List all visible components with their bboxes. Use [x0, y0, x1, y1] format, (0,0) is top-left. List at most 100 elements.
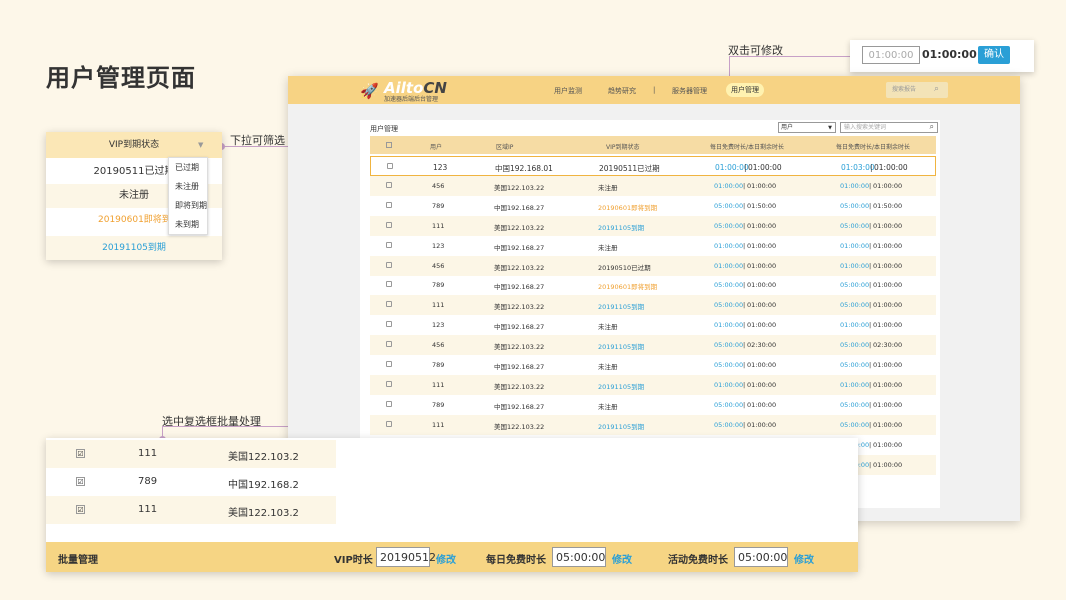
search-icon[interactable]: ⌕	[934, 84, 939, 94]
cell-daily-free[interactable]: 01:00:00	[714, 182, 743, 190]
cell-activity-free[interactable]: 05:00:00	[840, 301, 869, 309]
nav-item-trend[interactable]: 趋势研究	[608, 86, 636, 96]
cell-daily-free[interactable]: 05:00:00	[714, 301, 743, 309]
table-row[interactable]: 111美国122.103.2220191105到期05:00:00|01:00:…	[370, 414, 936, 435]
cell-daily-sep: |	[743, 321, 746, 330]
top-nav-bar: 🚀 AiltoCN 加速器后端后台管理 用户监测 趋势研究 | 服务器管理 用户…	[288, 76, 1020, 104]
cell-daily-remaining: 01:00:00	[747, 221, 777, 230]
cell-daily-sep: |	[743, 341, 746, 350]
row-checkbox[interactable]	[386, 420, 392, 427]
row-checkbox[interactable]	[387, 163, 393, 169]
cell-daily-free[interactable]: 05:00:00	[714, 222, 743, 230]
row-checkbox[interactable]	[386, 380, 392, 387]
cell-activity-free[interactable]: 01:00:00	[840, 242, 869, 250]
cell-daily-free[interactable]: 05:00:00	[714, 281, 743, 289]
select-all-checkbox[interactable]	[386, 142, 392, 148]
panel-search-input[interactable]: 输入搜索关键词 ⌕	[840, 122, 938, 133]
daily-free-input[interactable]: 05:00:00	[552, 547, 606, 567]
cell-activity-free[interactable]: 05:00:00	[840, 401, 869, 409]
cell-activity-free[interactable]: 01:00:00	[840, 262, 869, 270]
table-row[interactable]: 123 中国192.168.01 20190511已过期 01:00:00 | 01:00…	[370, 156, 936, 176]
cell-daily-free[interactable]: 01:00:00	[714, 262, 743, 270]
nav-item-server[interactable]: 服务器管理	[672, 86, 707, 96]
cell-daily-free[interactable]: 01:00:00	[714, 242, 743, 250]
table-row[interactable]: 789 中国192.168.27 20190601即将到期 05:00:00 | 01:0…	[370, 275, 936, 295]
modify-vip-button[interactable]: 修改	[436, 551, 456, 566]
table-row[interactable]: 456 美国122.103.22 20190510已过期 01:00:00 | 01:00…	[370, 255, 936, 276]
row-checkbox[interactable]	[386, 341, 392, 348]
row-checkbox[interactable]	[386, 281, 392, 288]
table-row[interactable]: 456 美国122.103.22 20191105到期 05:00:00 | 02:30:…	[370, 335, 936, 356]
col-vip[interactable]: VIP到期状态	[606, 142, 640, 151]
cell-daily-free[interactable]: 05:00:00	[714, 421, 743, 429]
table-row[interactable]: 456 美国122.103.22 未注册 01:00:00 | 01:00:00 01:00…	[370, 175, 936, 196]
vip-duration-input[interactable]: 20190512	[376, 547, 436, 567]
cell-activity-free[interactable]: 05:00:00	[840, 421, 869, 429]
filter-select[interactable]: 用户 ▼	[778, 122, 836, 133]
table-row[interactable]: 123 中国192.168.27 未注册 01:00:00 | 01:00:00 01:00…	[370, 236, 936, 256]
table-row[interactable]: 111美国122.103.2220191105到期05:00:00|01:00:…	[370, 295, 936, 316]
cell-daily-free[interactable]: 05:00:00	[714, 341, 743, 349]
cell-daily-remaining: 01:00:00	[747, 281, 777, 290]
modify-activity-button[interactable]: 修改	[794, 551, 814, 566]
row-checkbox[interactable]: ☑	[76, 477, 85, 486]
cell-activity-free[interactable]: 05:00:00	[840, 202, 869, 210]
menu-item-active[interactable]: 未到期	[169, 216, 207, 234]
cell-activity-sep: |	[869, 281, 872, 290]
cell-daily-sep: |	[743, 221, 746, 230]
cell-daily-free[interactable]: 05:00:00	[714, 202, 743, 210]
cell-daily-sep: |	[743, 181, 746, 190]
confirm-button[interactable]: 确认	[978, 46, 1010, 64]
cell-daily-remaining: 01:00:00	[747, 241, 777, 250]
row-checkbox[interactable]	[386, 400, 392, 407]
activity-free-input[interactable]: 05:00:00	[734, 547, 788, 567]
row-checkbox[interactable]	[386, 321, 392, 328]
search-icon[interactable]: ⌕	[930, 122, 934, 132]
edit-time-input[interactable]: 01:00:00	[862, 46, 920, 64]
table-row[interactable]: 111 美国122.103.22 20191105到期 01:00:00 | 01:00:…	[370, 374, 936, 395]
modify-daily-button[interactable]: 修改	[612, 551, 632, 566]
nav-item-users[interactable]: 用户管理	[726, 83, 764, 97]
cell-activity-free[interactable]: 05:00:00	[840, 341, 869, 349]
cell-activity-free[interactable]: 05:00:00	[840, 281, 869, 289]
cell-activity-free[interactable]: 01:00:00	[840, 182, 869, 190]
cell-daily-sep: |	[744, 163, 747, 172]
table-row[interactable]: 789中国192.168.27未注册05:00:00|01:00:0005:00…	[370, 395, 936, 415]
col-user: 用户	[430, 144, 443, 151]
cell-daily-remaining: 01:00:00	[747, 380, 777, 389]
row-checkbox[interactable]	[386, 361, 392, 367]
cell-ip: 美国122.103.22	[494, 263, 545, 272]
cell-activity-free[interactable]: 05:00:00	[840, 361, 869, 369]
cell-daily-free[interactable]: 01:00:00	[714, 381, 743, 389]
row-checkbox[interactable]: ☑	[76, 449, 85, 458]
cell-activity-remaining: 01:00:00	[873, 361, 903, 369]
table-row[interactable]: 789中国192.168.27未注册05:00:00|01:00:0005:00…	[370, 355, 936, 375]
cell-daily-free[interactable]: 05:00:00	[714, 361, 743, 369]
row-checkbox[interactable]	[386, 241, 392, 248]
row-checkbox[interactable]	[386, 221, 392, 228]
table-row[interactable]: 123 中国192.168.27 未注册 01:00:00 | 01:00:00 01:00…	[370, 315, 936, 335]
row-checkbox[interactable]	[386, 201, 392, 208]
cell-daily-free[interactable]: 05:00:00	[714, 401, 743, 409]
row-checkbox[interactable]	[386, 301, 392, 308]
cell-activity-free[interactable]: 01:00:00	[840, 321, 869, 329]
batch-card: ☑ 111 美国122.103.2 ☑ 789 中国192.168.2 ☑ 11…	[46, 438, 858, 572]
row-checkbox[interactable]: ☑	[76, 505, 85, 514]
cell-activity-remaining: 01:00:00	[873, 241, 903, 250]
table-header: 用户 区域IP VIP到期状态 每日免费时长/本日剩余时长 每日免费时长/本日剩…	[370, 136, 936, 154]
menu-item-expiring[interactable]: 即将到期	[169, 197, 207, 215]
cell-activity-free[interactable]: 05:00:00	[840, 222, 869, 230]
row-checkbox[interactable]	[386, 261, 392, 268]
cell-daily-free[interactable]: 01:00:00	[714, 321, 743, 329]
table-row[interactable]: 111美国122.103.2220191105到期05:00:00|01:00:…	[370, 215, 936, 236]
row-checkbox[interactable]	[386, 181, 392, 188]
menu-item-expired[interactable]: 已过期	[169, 159, 207, 177]
table-row[interactable]: 789 中国192.168.27 20190601即将到期 05:00:00 | 01:5…	[370, 196, 936, 216]
vip-filter-header[interactable]: VIP到期状态 ▼	[46, 132, 222, 158]
cell-daily-sep: |	[743, 420, 746, 429]
cell-activity-free[interactable]: 01:00:00	[840, 381, 869, 389]
cell-daily-sep: |	[743, 201, 746, 210]
menu-item-unregistered[interactable]: 未注册	[169, 178, 207, 196]
cell-ip: 中国192.168.27	[494, 283, 545, 292]
nav-item-monitor[interactable]: 用户监测	[554, 86, 582, 96]
